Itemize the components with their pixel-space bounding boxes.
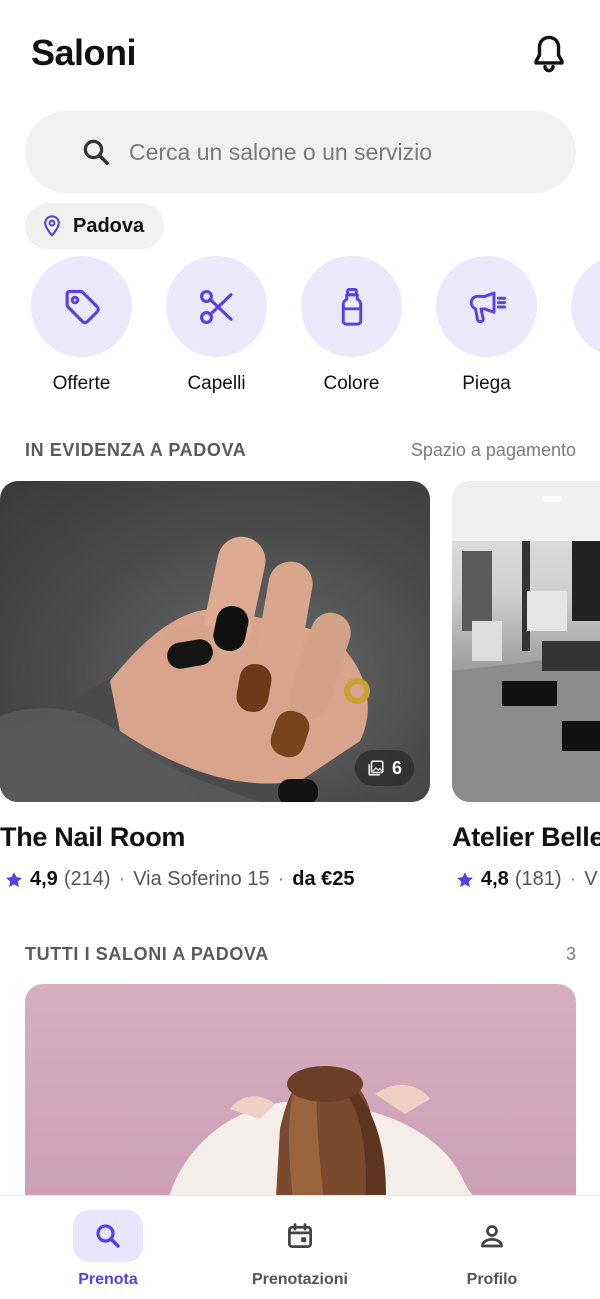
- search-icon: [83, 139, 109, 165]
- featured-section-title: IN EVIDENZA A PADOVA: [25, 440, 247, 460]
- star-icon: [457, 871, 473, 887]
- search-icon: [96, 1224, 120, 1248]
- category-label: Offerte: [52, 373, 111, 394]
- nav-label: Prenota: [78, 1271, 138, 1288]
- salon-name[interactable]: The Nail Room: [0, 822, 185, 853]
- category-more[interactable]: [554, 256, 600, 357]
- category-capelli[interactable]: Capelli: [149, 256, 284, 395]
- gallery-icon: [368, 760, 384, 776]
- app-header: Saloni: [0, 0, 600, 105]
- category-row: Offerte Capelli Colore Piega: [0, 256, 600, 406]
- category-label: Capelli: [187, 373, 246, 394]
- star-icon: [6, 871, 22, 887]
- salon-photo: [452, 481, 600, 802]
- search-input[interactable]: [129, 131, 549, 173]
- nav-prenota[interactable]: Prenota: [8, 1196, 208, 1299]
- all-salons-section-title: TUTTI I SALONI A PADOVA: [25, 944, 269, 964]
- all-salons-section-header: TUTTI I SALONI A PADOVA 3: [25, 944, 576, 965]
- photo-count: 6: [391, 757, 402, 778]
- search-bar[interactable]: [25, 111, 576, 193]
- salon-address: V: [584, 868, 598, 890]
- nav-profilo[interactable]: Profilo: [392, 1196, 592, 1299]
- tag-icon: [65, 289, 100, 324]
- salon-rating: 4,8: [481, 868, 509, 890]
- featured-salon-card-2[interactable]: [452, 481, 600, 802]
- calendar-icon: [288, 1223, 312, 1248]
- featured-section-header: IN EVIDENZA A PADOVA Spazio a pagamento: [25, 440, 576, 461]
- category-offerte[interactable]: Offerte: [14, 256, 149, 395]
- nav-label: Prenotazioni: [251, 1271, 348, 1288]
- salon-reviews: (181): [514, 868, 562, 890]
- bell-icon[interactable]: [530, 34, 568, 74]
- category-colore[interactable]: Colore: [284, 256, 419, 395]
- map-pin-icon: [44, 215, 60, 237]
- scissors-icon: [199, 289, 233, 324]
- page-title: Saloni: [31, 32, 137, 73]
- category-label: Colore: [323, 373, 380, 394]
- salon-meta: 4,8 (181) · V: [455, 868, 598, 891]
- category-piega[interactable]: Piega: [419, 256, 554, 395]
- salon-rating: 4,9: [30, 868, 58, 890]
- salon-reviews: (214): [63, 868, 111, 890]
- salon-name[interactable]: Atelier Belle: [452, 822, 600, 853]
- nav-label: Profilo: [466, 1271, 518, 1288]
- bottle-icon: [341, 287, 362, 326]
- salon-meta: 4,9 (214) · Via Soferino 15 · da €25: [4, 868, 355, 891]
- sponsored-label: Spazio a pagamento: [410, 440, 576, 460]
- location-label: Padova: [73, 214, 145, 237]
- nav-prenotazioni[interactable]: Prenotazioni: [200, 1196, 400, 1299]
- salon-count: 3: [565, 944, 576, 964]
- featured-salon-card-1[interactable]: 6: [0, 481, 430, 802]
- salon-address: Via Soferino 15: [133, 868, 270, 890]
- category-label: Piega: [462, 373, 511, 394]
- salon-photo: [165, 1066, 485, 1214]
- salon-price: da €25: [292, 868, 355, 890]
- user-icon: [481, 1225, 503, 1248]
- photo-count-badge: 6: [354, 750, 414, 786]
- hair-dryer-icon: [469, 291, 506, 323]
- location-chip[interactable]: Padova: [25, 203, 165, 249]
- salon-list-card[interactable]: [25, 984, 576, 1214]
- bottom-nav: Prenota Prenotazioni Profilo: [0, 1195, 600, 1299]
